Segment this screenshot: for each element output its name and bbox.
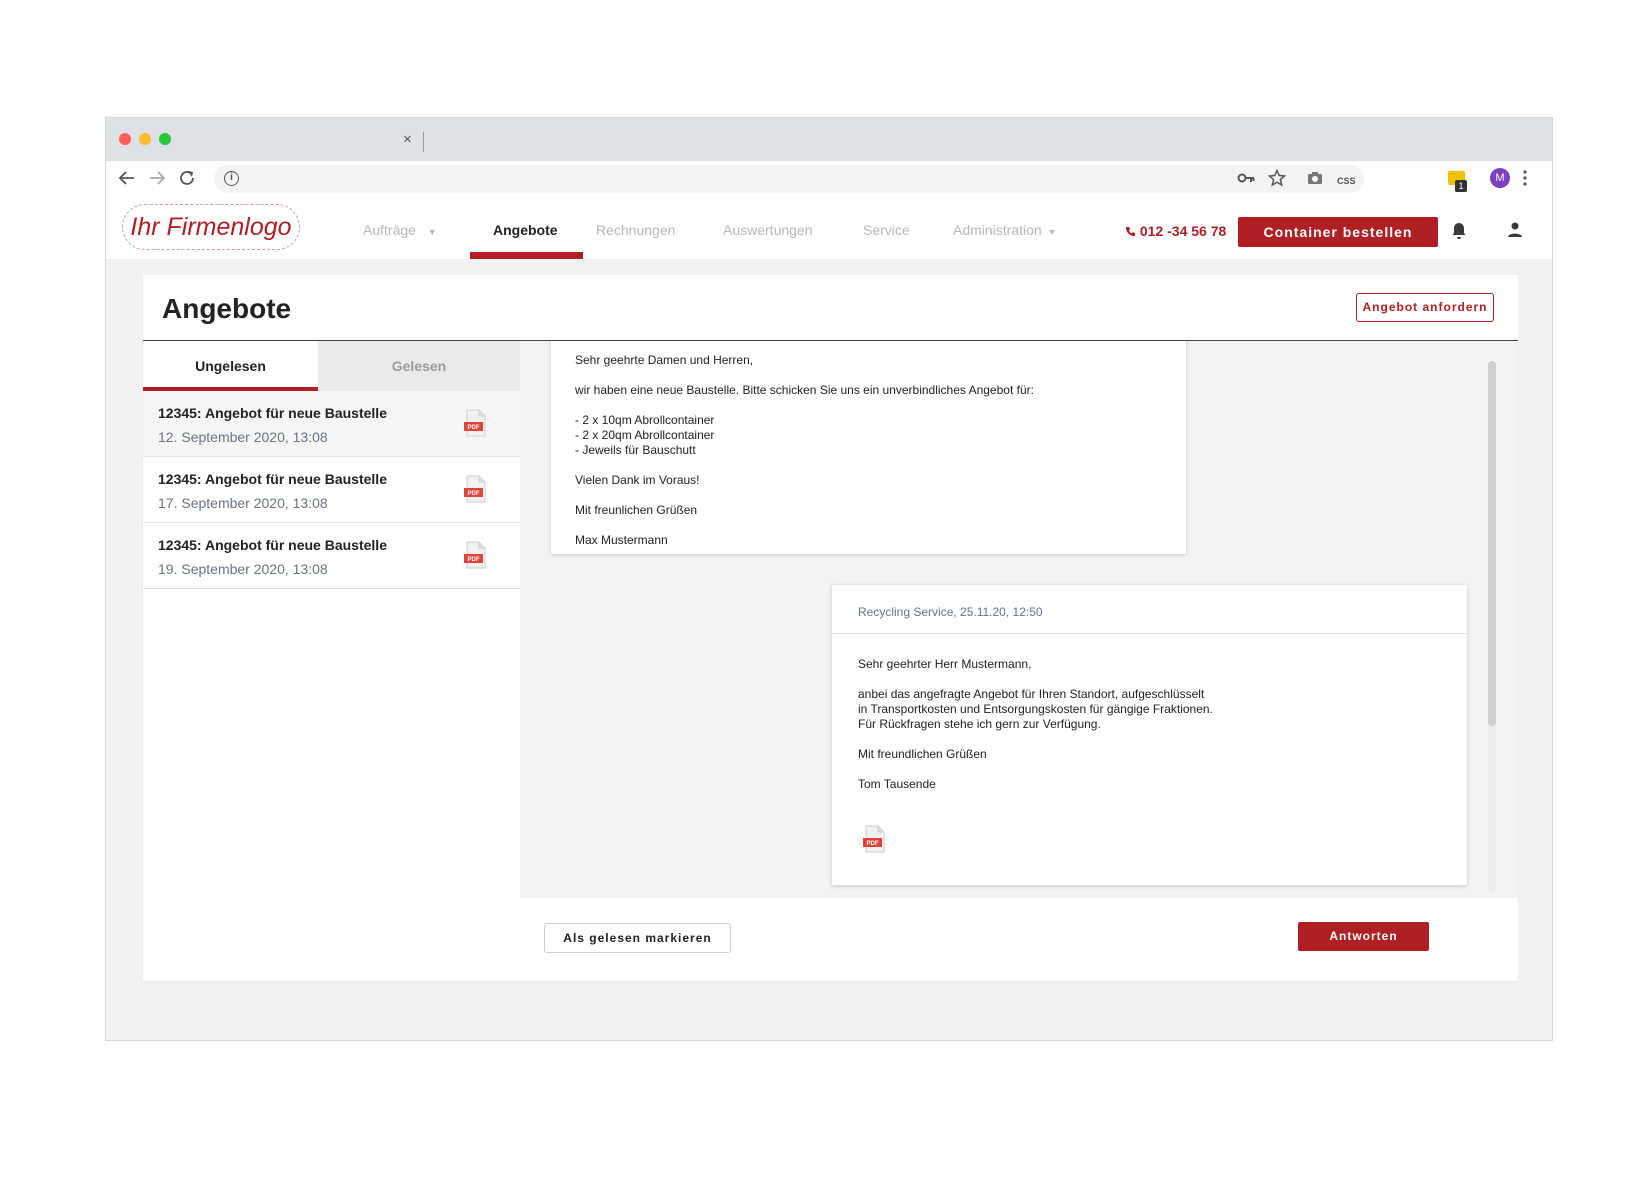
nav-angebote[interactable]: Angebote	[493, 221, 558, 239]
reply-divider	[832, 633, 1467, 634]
app-header: Ihr Firmenlogo Aufträge ▼ Angebote Rechn…	[106, 197, 1552, 259]
css-extension-icon[interactable]: CSS	[1337, 171, 1356, 191]
reply-message-bubble: Recycling Service, 25.11.20, 12:50 Sehr …	[832, 585, 1467, 885]
message-line: Max Mustermann	[575, 533, 668, 547]
bookmark-star-icon[interactable]	[1268, 169, 1286, 187]
browser-tab-bar: ×	[106, 118, 1552, 161]
scrollbar-thumb[interactable]	[1488, 361, 1496, 726]
nav-administration[interactable]: Administration ▼	[953, 221, 1057, 241]
pdf-file-icon[interactable]: PDF	[463, 409, 487, 437]
message-title: 12345: Angebot für neue Baustelle	[158, 405, 387, 421]
nav-service[interactable]: Service	[863, 221, 910, 239]
tab-close-icon[interactable]: ×	[403, 132, 412, 147]
chevron-down-icon: ▼	[1047, 227, 1057, 237]
pdf-label: PDF	[468, 491, 480, 497]
pdf-label: PDF	[867, 841, 879, 847]
kebab-menu-icon[interactable]	[1523, 170, 1527, 186]
tab-separator	[423, 132, 424, 152]
message-line: Für Rückfragen stehe ich gern zur Verfüg…	[858, 717, 1101, 731]
nav-rechnungen[interactable]: Rechnungen	[596, 221, 675, 239]
message-list-panel: Ungelesen Gelesen 12345: Angebot für neu…	[143, 341, 520, 981]
message-date: 17. September 2020, 13:08	[158, 495, 328, 511]
message-line: Sehr geehrte Damen und Herren,	[575, 353, 754, 367]
phone-icon	[1125, 226, 1136, 237]
list-item[interactable]: 12345: Angebot für neue Baustelle 17. Se…	[143, 457, 520, 523]
request-offer-button[interactable]: Angebot anfordern	[1356, 293, 1494, 322]
address-bar[interactable]: i	[214, 165, 1364, 193]
list-item[interactable]: 12345: Angebot für neue Baustelle 12. Se…	[143, 391, 520, 457]
nav-auftraege[interactable]: Aufträge ▼	[363, 221, 437, 241]
tab-unread[interactable]: Ungelesen	[143, 341, 318, 391]
nav-label: Administration	[953, 222, 1042, 238]
pdf-file-icon[interactable]: PDF	[463, 541, 487, 569]
mark-as-read-button[interactable]: Als gelesen markieren	[544, 923, 731, 953]
reload-icon[interactable]	[178, 169, 196, 187]
message-date: 12. September 2020, 13:08	[158, 429, 328, 445]
browser-window: × i CSS 1 M Ihr Firmenlogo Aufträge ▼ An…	[105, 117, 1553, 1041]
profile-avatar[interactable]: M	[1490, 168, 1510, 188]
extension-badge: 1	[1455, 180, 1467, 192]
pdf-attachment-icon[interactable]: PDF	[862, 825, 886, 853]
message-line: - 2 x 10qm Abrollcontainer	[575, 413, 715, 427]
order-container-button[interactable]: Container bestellen	[1238, 217, 1438, 247]
message-line: - 2 x 20qm Abrollcontainer	[575, 428, 715, 442]
request-message-bubble: Sehr geehrte Damen und Herren, wir haben…	[551, 341, 1186, 554]
window-maximize-button[interactable]	[159, 133, 171, 145]
user-icon[interactable]	[1506, 221, 1524, 239]
message-line: Mit freundlichen Grüßen	[858, 747, 987, 761]
message-line: wir haben eine neue Baustelle. Bitte sch…	[575, 383, 1034, 397]
key-icon[interactable]	[1237, 171, 1255, 185]
nav-label: Aufträge	[363, 222, 416, 238]
nav-auswertungen[interactable]: Auswertungen	[723, 221, 813, 239]
window-close-button[interactable]	[119, 133, 131, 145]
conversation-footer: Als gelesen markieren Antworten	[520, 898, 1518, 981]
site-info-icon[interactable]: i	[224, 171, 239, 186]
back-arrow-icon[interactable]	[118, 169, 136, 187]
chevron-down-icon: ▼	[427, 227, 437, 237]
conversation-panel: Sehr geehrte Damen und Herren, wir haben…	[520, 341, 1518, 898]
message-line: Mit freunlichen Grüßen	[575, 503, 698, 517]
message-title: 12345: Angebot für neue Baustelle	[158, 471, 387, 487]
message-line: Vielen Dank im Voraus!	[575, 473, 700, 487]
reply-sender-date: Recycling Service, 25.11.20, 12:50	[858, 605, 1043, 619]
message-line: Sehr geehrter Herr Mustermann,	[858, 657, 1032, 671]
company-logo[interactable]: Ihr Firmenlogo	[122, 204, 300, 250]
message-title: 12345: Angebot für neue Baustelle	[158, 537, 387, 553]
phone-number-text: 012 -34 56 78	[1139, 223, 1227, 239]
tab-read[interactable]: Gelesen	[318, 341, 520, 391]
pdf-label: PDF	[468, 557, 480, 563]
bell-icon[interactable]	[1451, 221, 1467, 241]
message-date: 19. September 2020, 13:08	[158, 561, 328, 577]
active-nav-indicator	[470, 252, 583, 259]
page-title: Angebote	[162, 293, 292, 324]
offers-card: Angebote Angebot anfordern Ungelesen Gel…	[143, 275, 1518, 981]
reply-button[interactable]: Antworten	[1298, 922, 1429, 951]
pdf-file-icon[interactable]: PDF	[463, 475, 487, 503]
phone-number[interactable]: 012 -34 56 78	[1125, 222, 1226, 240]
camera-icon[interactable]	[1307, 171, 1323, 185]
message-line: - Jeweils für Bauschutt	[575, 443, 696, 457]
window-minimize-button[interactable]	[139, 133, 151, 145]
message-line: in Transportkosten und Entsorgungskosten…	[858, 702, 1213, 716]
pdf-label: PDF	[468, 425, 480, 431]
forward-arrow-icon[interactable]	[148, 169, 166, 187]
message-line: Tom Tausende	[858, 777, 936, 791]
browser-toolbar: i CSS 1 M	[106, 161, 1552, 197]
list-item[interactable]: 12345: Angebot für neue Baustelle 19. Se…	[143, 523, 520, 589]
message-line: anbei das angefragte Angebot für Ihren S…	[858, 687, 1205, 701]
